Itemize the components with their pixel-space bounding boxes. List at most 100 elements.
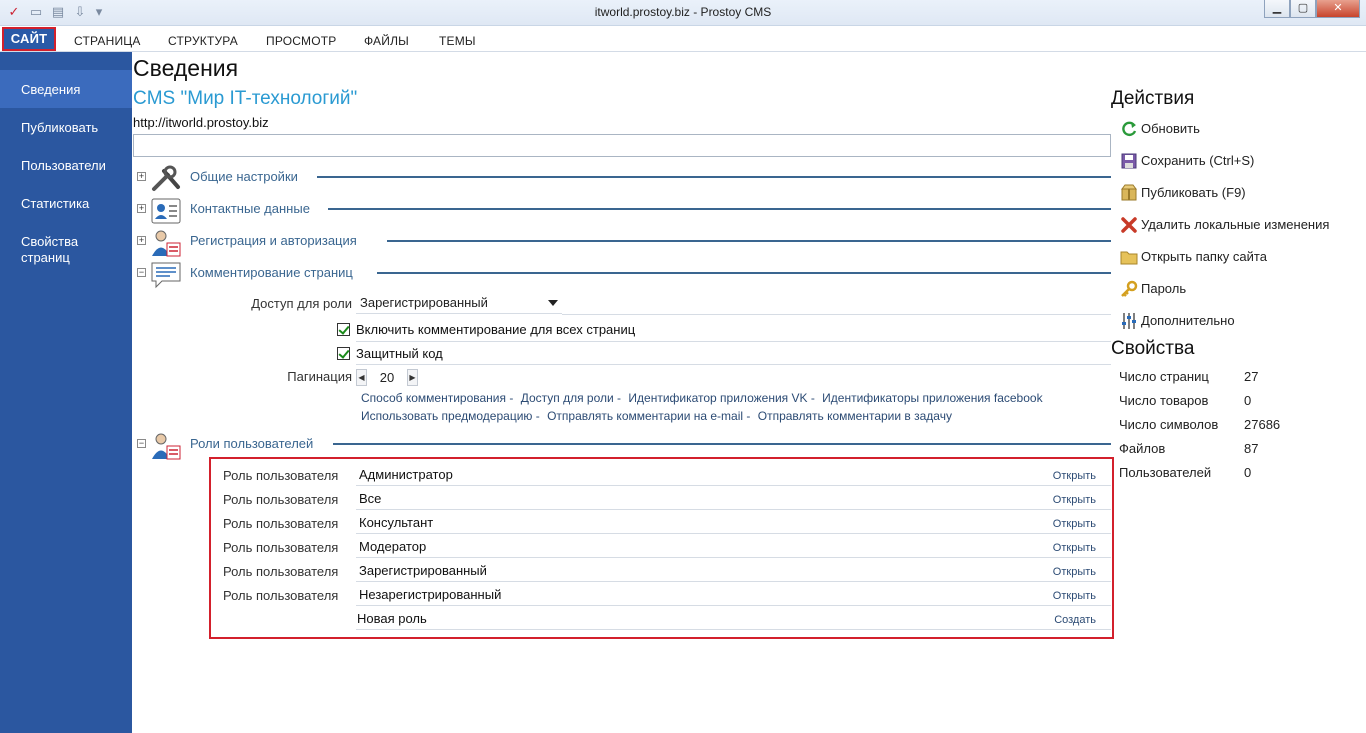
prop-chars-label: Число символов xyxy=(1119,417,1219,432)
menu-view[interactable]: ПРОСМОТР xyxy=(266,34,337,48)
tools-icon xyxy=(152,165,180,191)
section-divider xyxy=(377,272,1111,274)
site-url[interactable]: http://itworld.prostoy.biz xyxy=(133,115,269,130)
user-form-icon xyxy=(152,230,181,257)
pagination-value[interactable]: 20 xyxy=(367,370,407,385)
floppy-disk-icon xyxy=(1121,153,1137,169)
key-icon xyxy=(1121,280,1138,297)
menu-files[interactable]: ФАЙЛЫ xyxy=(364,34,409,48)
actions-title: Действия xyxy=(1111,88,1195,109)
prop-files-label: Файлов xyxy=(1119,441,1166,456)
role-row-label: Роль пользователя xyxy=(223,492,339,507)
site-name[interactable]: CMS "Мир IT-технологий" xyxy=(133,88,357,110)
sliders-icon xyxy=(1122,313,1136,329)
comment-links-row1: Способ комментирования - Доступ для роли… xyxy=(361,391,1047,405)
section-divider xyxy=(317,176,1111,178)
table-row: Роль пользователя Администратор Открыть xyxy=(211,462,1111,486)
field-divider xyxy=(562,314,1111,315)
role-name: Все xyxy=(359,491,382,506)
menu-page[interactable]: СТРАНИЦА xyxy=(74,34,141,48)
create-role-link[interactable]: Создать xyxy=(1054,614,1096,626)
role-row-label: Роль пользователя xyxy=(223,516,339,531)
discard-changes-label: Удалить локальные изменения xyxy=(1141,217,1330,232)
package-icon xyxy=(1121,184,1137,201)
section-divider xyxy=(333,443,1111,445)
link-premoderation[interactable]: Использовать предмодерацию - xyxy=(361,409,540,423)
link-role-access[interactable]: Доступ для роли - xyxy=(521,391,621,405)
role-access-select[interactable]: Зарегистрированный xyxy=(356,292,562,314)
prop-pages-label: Число страниц xyxy=(1119,369,1209,384)
field-divider xyxy=(356,341,1111,342)
open-role-link[interactable]: Открыть xyxy=(1053,494,1096,506)
enable-comments-checkbox[interactable] xyxy=(337,323,350,336)
enable-comments-label: Включить комментирование для всех страни… xyxy=(356,322,636,337)
pagination-stepper: ◀ 20 ▶ xyxy=(356,368,418,386)
open-role-link[interactable]: Открыть xyxy=(1053,590,1096,602)
open-role-link[interactable]: Открыть xyxy=(1053,470,1096,482)
table-row: Роль пользователя Все Открыть xyxy=(211,486,1111,510)
captcha-label: Защитный код xyxy=(356,346,443,361)
close-button[interactable]: ✕ xyxy=(1316,0,1360,18)
menu-themes[interactable]: ТЕМЫ xyxy=(439,34,476,48)
minimize-button[interactable]: ▁ xyxy=(1264,0,1290,18)
open-role-link[interactable]: Открыть xyxy=(1053,518,1096,530)
expand-icon[interactable]: + xyxy=(137,204,146,213)
menu-site[interactable]: САЙТ xyxy=(2,27,56,51)
link-send-email[interactable]: Отправлять комментарии на e-mail - xyxy=(547,409,750,423)
maximize-button[interactable]: ▢ xyxy=(1290,0,1316,18)
comment-links-row2: Использовать предмодерацию - Отправлять … xyxy=(361,409,956,423)
new-role-row: Новая роль Создать xyxy=(211,606,1111,630)
prop-users-label: Пользователей xyxy=(1119,465,1212,480)
password-label: Пароль xyxy=(1141,281,1187,296)
open-role-link[interactable]: Открыть xyxy=(1053,542,1096,554)
prop-users-value: 0 xyxy=(1244,465,1252,480)
table-row: Роль пользователя Зарегистрированный Отк… xyxy=(211,558,1111,582)
user-roles-icon xyxy=(152,433,181,460)
table-row: Роль пользователя Незарегистрированный О… xyxy=(211,582,1111,606)
expand-icon[interactable]: + xyxy=(137,172,146,181)
save-label: Сохранить (Ctrl+S) xyxy=(1141,153,1255,168)
prop-products-label: Число товаров xyxy=(1119,393,1209,408)
role-name: Модератор xyxy=(359,539,427,554)
sidebar-item-users[interactable]: Пользователи xyxy=(0,158,132,173)
section-label: Общие настройки xyxy=(190,169,298,184)
properties-title: Свойства xyxy=(1111,338,1195,359)
pagination-label: Пагинация xyxy=(287,369,352,384)
prop-pages-value: 27 xyxy=(1244,369,1259,384)
role-row-label: Роль пользователя xyxy=(223,588,339,603)
site-description-input[interactable] xyxy=(133,134,1111,157)
link-comment-method[interactable]: Способ комментирования - xyxy=(361,391,513,405)
link-send-to-task[interactable]: Отправлять комментарии в задачу xyxy=(758,409,952,423)
open-site-folder-label: Открыть папку сайта xyxy=(1141,249,1267,264)
chevron-down-icon[interactable] xyxy=(548,300,558,306)
expand-icon[interactable]: + xyxy=(137,236,146,245)
captcha-checkbox[interactable] xyxy=(337,347,350,360)
increment-button[interactable]: ▶ xyxy=(407,368,418,386)
menu-structure[interactable]: СТРУКТУРА xyxy=(168,34,238,48)
role-access-value: Зарегистрированный xyxy=(360,295,488,310)
sidebar: Сведения Публиковать Пользователи Статис… xyxy=(0,52,132,733)
publish-label: Публиковать (F9) xyxy=(1141,185,1246,200)
sidebar-item-publish[interactable]: Публиковать xyxy=(0,120,132,135)
table-row: Роль пользователя Консультант Открыть xyxy=(211,510,1111,534)
role-name: Консультант xyxy=(359,515,434,530)
decrement-button[interactable]: ◀ xyxy=(356,368,367,386)
title-bar: ✓ ▭ ▤ ⇩ ▾ itworld.prostoy.biz - Prostoy … xyxy=(0,0,1366,26)
prop-chars-value: 27686 xyxy=(1244,417,1281,432)
sidebar-item-info[interactable]: Сведения xyxy=(0,70,132,108)
comment-icon xyxy=(151,262,181,289)
delete-x-icon xyxy=(1121,217,1137,233)
role-row-label: Роль пользователя xyxy=(223,564,339,579)
advanced-label: Дополнительно xyxy=(1141,313,1235,328)
prop-products-value: 0 xyxy=(1244,393,1252,408)
collapse-icon[interactable]: − xyxy=(137,439,146,448)
open-role-link[interactable]: Открыть xyxy=(1053,566,1096,578)
role-name: Администратор xyxy=(359,467,453,482)
link-vk-app-id[interactable]: Идентификатор приложения VK - xyxy=(628,391,814,405)
sidebar-item-page-properties[interactable]: Свойства страниц xyxy=(0,234,110,266)
collapse-icon[interactable]: − xyxy=(137,268,146,277)
contact-card-icon xyxy=(151,198,181,224)
section-label: Комментирование страниц xyxy=(190,265,353,280)
sidebar-item-statistics[interactable]: Статистика xyxy=(0,196,132,211)
link-facebook-app-ids[interactable]: Идентификаторы приложения facebook xyxy=(822,391,1042,405)
